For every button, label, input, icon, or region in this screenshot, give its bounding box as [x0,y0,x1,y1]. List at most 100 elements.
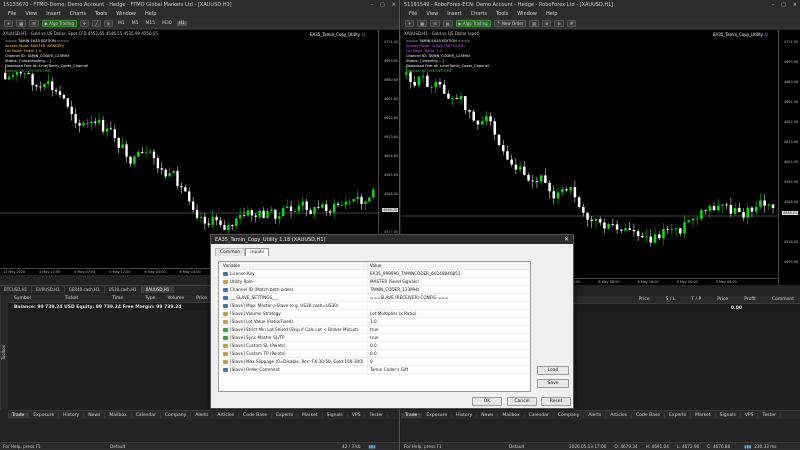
input-value[interactable]: 1.0 [367,318,530,325]
tab-calendar[interactable]: Calendar [132,412,161,418]
input-value[interactable]: true [367,334,530,341]
menu-insert[interactable]: Insert [447,11,461,17]
tab-exposure[interactable]: Exposure [422,412,453,418]
col-time[interactable]: Time [106,296,129,301]
tab-articles[interactable]: Articles [213,412,240,418]
input-row[interactable]: [Slave] Map: Master->Slave (e.g. US30.ca… [219,302,530,310]
line-tool-icon[interactable]: ╱ [92,19,101,27]
col-type[interactable]: Type [139,296,161,301]
zoom-in-icon[interactable]: ⊕ [542,19,552,27]
tab-news[interactable]: News [477,412,499,418]
menu-help[interactable]: Help [145,11,156,17]
timeframe-m15[interactable]: M15 [144,21,158,26]
timeframe-h1[interactable]: H1 [176,20,187,26]
col-profit[interactable]: Profit [738,297,762,302]
zoom-in-icon[interactable]: ⊕ [103,19,114,27]
price-axis[interactable]: 4721.00 4699.06 4680.06 4661.06 4642.06 … [778,30,800,285]
input-row[interactable]: [Slave] Order Comment Tamin Coder's Gift [219,366,530,374]
tab-news[interactable]: News [84,412,106,418]
chart-tab-btcusd[interactable]: BTCUSD,H1 [0,286,33,293]
col-ticket[interactable]: Ticket [59,296,84,301]
tab-trade[interactable]: Trade [8,412,30,418]
tab-common[interactable]: Common [215,248,246,256]
tab-company[interactable]: Company [161,412,192,418]
col-sl[interactable]: S / L [660,297,682,302]
grid-icon[interactable]: # [566,19,577,27]
new-chart-icon[interactable]: + [4,19,14,27]
input-value[interactable]: MASTER (Send Signals) [367,278,530,285]
tab-history[interactable]: History [59,412,85,418]
input-row[interactable]: Channel ID (Match both sides) TAMIN_CODER… [219,286,530,294]
input-row[interactable]: [Slave] Custom SL (Points) 0.0 [219,342,530,350]
navigator-icon[interactable]: ☰ [29,19,39,27]
maximize-icon[interactable]: ▢ [781,2,786,8]
input-value[interactable]: 0.0 [367,350,530,357]
input-row[interactable]: [Slave] Sync Master SL/TP true [219,334,530,342]
col-symbol[interactable]: Symbol [8,296,37,301]
close-icon[interactable]: ✕ [793,2,797,8]
dialog-close-icon[interactable]: ✕ [564,236,569,243]
input-value[interactable]: TAMIN_CODER_123MHz [367,286,530,293]
col-price[interactable]: Price [633,297,656,302]
chart-tab-us30[interactable]: US30.cash,H1 [105,286,142,293]
cancel-button[interactable]: Cancel [507,397,537,406]
tab-calendar[interactable]: Calendar [525,412,554,418]
ok-button[interactable]: OK [472,397,502,406]
tab-signals[interactable]: Signals [716,412,741,418]
input-row[interactable]: [Slave] Volume Strategy Lot Multiplier (x… [219,310,530,318]
col-volume[interactable]: Volume [161,296,190,301]
navigator-icon[interactable]: ☰ [430,19,440,27]
tab-inputs[interactable]: Inputs [245,248,270,256]
header-value[interactable]: Value [367,262,530,269]
input-value[interactable]: 0.0 [367,342,530,349]
menu-tools[interactable]: Tools [496,11,508,17]
menu-tools[interactable]: Tools [95,11,107,17]
input-value[interactable]: Lot Multiplier (x Ratio) [367,310,530,317]
tab-experts[interactable]: Experts [665,412,692,418]
maximize-icon[interactable]: ▢ [380,2,385,8]
chart-tab-eurusd[interactable]: EURUSD,H1 [32,286,65,293]
reset-button[interactable]: Reset [541,397,571,406]
input-value[interactable]: 0 [367,358,530,365]
chart-type-icon[interactable]: ▥ [529,19,540,27]
input-row[interactable]: [Slave] Custom TP (Points) 0.0 [219,350,530,358]
input-row[interactable]: [Slave] Max Slippage (0=Disable, Rec: FX… [219,358,530,366]
menu-window[interactable]: Window [116,11,136,17]
menu-view[interactable]: View [426,11,438,17]
load-button[interactable]: Load [537,366,569,375]
input-value[interactable]: ===SLAVE (RECEIVER) CONFIG === [367,294,530,301]
profiles-icon[interactable]: ▦ [417,19,428,27]
menu-window[interactable]: Window [517,11,537,17]
tab-mailbox[interactable]: Mailbox [498,412,525,418]
tab-mailbox[interactable]: Mailbox [105,412,132,418]
profiles-icon[interactable]: ▦ [16,19,27,27]
algo-trading-button[interactable]: ▶ Algo Trading [41,19,77,27]
tab-company[interactable]: Company [554,412,585,418]
menu-charts[interactable]: Charts [70,11,86,17]
menu-view[interactable]: View [25,11,37,17]
new-chart-icon[interactable]: + [405,19,415,27]
input-row[interactable]: Utility Role MASTER (Send Signals) [219,278,530,286]
tab-tester[interactable]: Tester [365,412,388,418]
tab-code-base[interactable]: Code Base [239,412,273,418]
col-tp[interactable]: T / P [685,297,707,302]
col-price-current[interactable]: Price [711,297,734,302]
tab-experts[interactable]: Experts [272,412,299,418]
chart-tab-ger40[interactable]: GER40.cash,H1 [65,286,105,293]
input-value[interactable]: Tamin Coder's Gift [367,366,530,373]
menu-help[interactable]: Help [546,11,557,17]
tab-tester[interactable]: Tester [758,412,781,418]
tab-market[interactable]: Market [691,412,716,418]
close-icon[interactable]: ✕ [392,2,396,8]
tab-exposure[interactable]: Exposure [29,412,60,418]
tab-history[interactable]: History [452,412,478,418]
data-window-icon[interactable]: ▤ [442,19,453,27]
menu-file[interactable]: File [8,11,16,17]
header-variable[interactable]: Variable [219,263,367,268]
algo-trading-button[interactable]: ▶ Algo Trading [455,19,491,27]
input-value[interactable]: EA35_999990_TAMINCODER_60248840853 [367,270,530,277]
col-comment[interactable]: Comment [766,297,800,302]
tab-vps[interactable]: VPS [348,412,366,418]
tab-vps[interactable]: VPS [741,412,759,418]
input-value[interactable]: true [367,326,530,333]
